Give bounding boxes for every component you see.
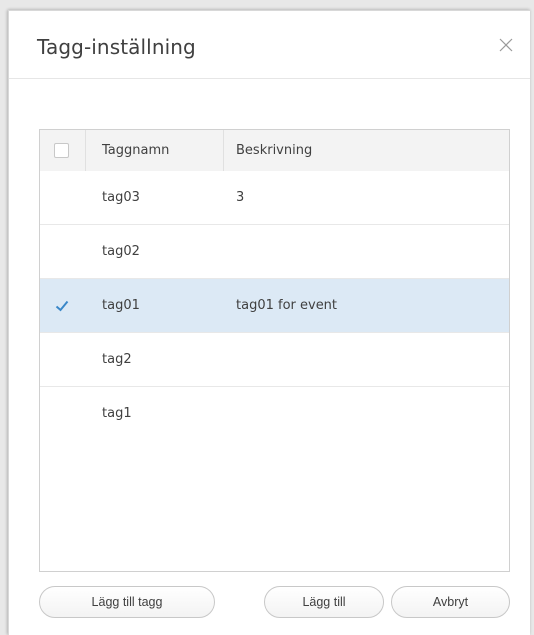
checkmark-icon[interactable] <box>54 298 70 314</box>
title-divider <box>9 78 530 79</box>
add-tag-button[interactable]: Lägg till tagg <box>39 586 215 618</box>
table-row[interactable]: tag03 3 <box>40 171 509 225</box>
dialog-title: Tagg-inställning <box>37 35 196 59</box>
cancel-button[interactable]: Avbryt <box>391 586 510 618</box>
column-header-beskrivning[interactable]: Beskrivning <box>236 130 312 171</box>
tag-settings-dialog: Tagg-inställning Taggnamn Beskrivning ta… <box>8 10 530 635</box>
tag-description-cell: tag01 for event <box>236 298 338 313</box>
tag-name-cell: tag1 <box>102 406 132 421</box>
close-button[interactable] <box>494 33 518 57</box>
tag-table: Taggnamn Beskrivning tag03 3 tag02 tag01… <box>39 129 510 572</box>
tag-description-cell: 3 <box>236 190 245 205</box>
table-row[interactable]: tag2 <box>40 333 509 387</box>
table-header: Taggnamn Beskrivning <box>40 130 509 172</box>
tag-name-cell: tag03 <box>102 190 140 205</box>
add-button[interactable]: Lägg till <box>264 586 384 618</box>
column-divider <box>223 130 224 171</box>
column-header-taggnamn[interactable]: Taggnamn <box>102 130 169 171</box>
column-divider <box>85 130 86 171</box>
tag-name-cell: tag2 <box>102 352 132 367</box>
tag-name-cell: tag01 <box>102 298 140 313</box>
select-all-checkbox[interactable] <box>54 143 69 158</box>
close-icon <box>499 38 513 52</box>
table-row-selected[interactable]: tag01 tag01 for event <box>40 279 509 333</box>
table-row[interactable]: tag1 <box>40 387 509 441</box>
table-row[interactable]: tag02 <box>40 225 509 279</box>
tag-name-cell: tag02 <box>102 244 140 259</box>
